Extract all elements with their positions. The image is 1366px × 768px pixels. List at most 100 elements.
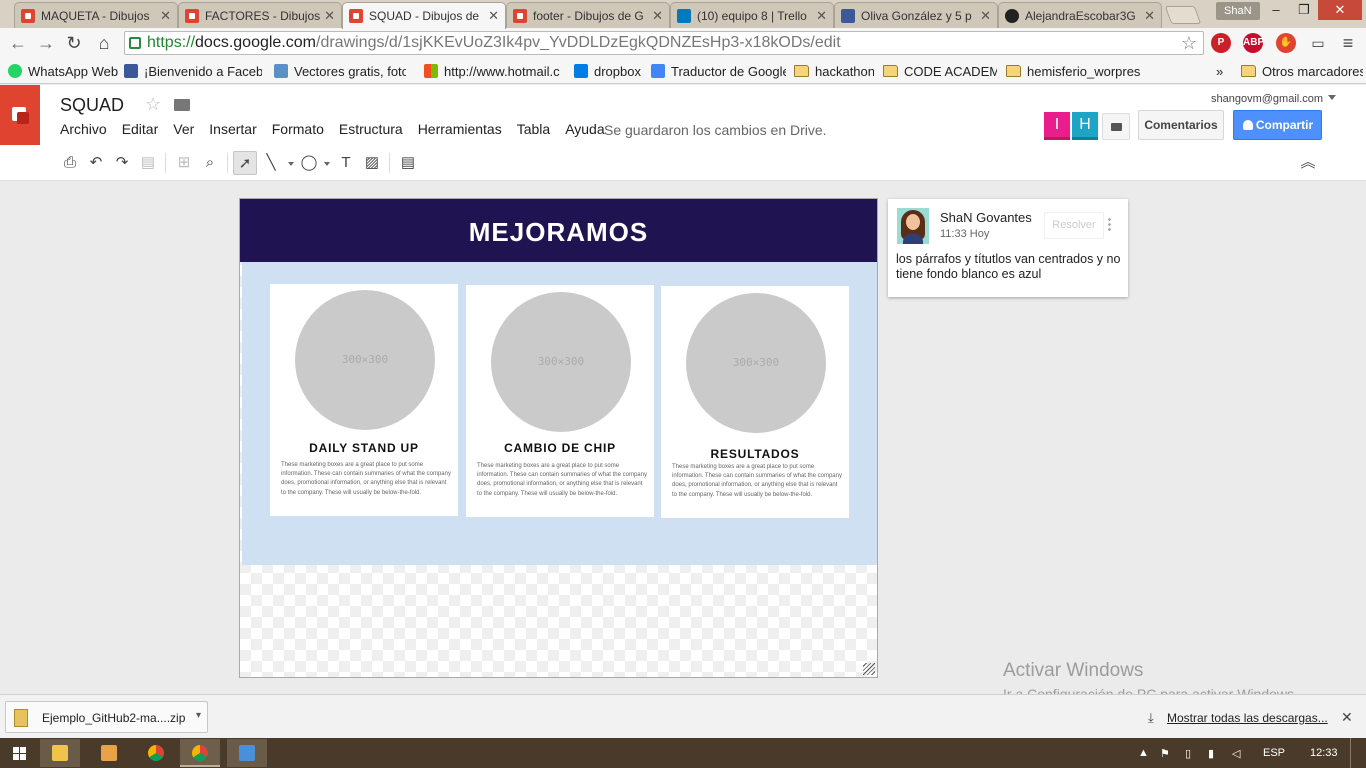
resolve-button[interactable]: Resolver [1044,212,1104,239]
drawings-logo-icon[interactable] [0,85,40,145]
document-title[interactable]: SQUAD [60,95,124,116]
bookmark-item[interactable]: Traductor de Google [651,62,786,80]
close-icon[interactable]: ✕ [1341,709,1353,726]
comments-button[interactable]: Comentarios [1138,110,1224,140]
taskbar-app[interactable] [40,739,80,767]
other-bookmarks-folder[interactable]: Otros marcadores [1241,62,1363,80]
browser-tab-active[interactable]: SQUAD - Dibujos de ✕ [342,2,506,29]
image-icon[interactable]: ▨ [360,151,384,175]
tab-close-icon[interactable]: ✕ [324,8,335,24]
share-button[interactable]: Compartir [1233,110,1322,140]
chevron-down-icon[interactable] [1328,95,1336,100]
comment-add-icon[interactable]: ▤ [396,151,420,175]
download-item[interactable]: Ejemplo_GitHub2-ma....zip ▾ [5,701,208,733]
tab-close-icon[interactable]: ✕ [488,8,499,24]
battery-icon[interactable]: ▯ [1185,747,1191,760]
maximize-icon[interactable]: ❐ [1290,0,1318,20]
more-options-icon[interactable] [1108,217,1111,231]
chevron-down-icon[interactable] [324,162,330,166]
menu-formato[interactable]: Formato [272,121,324,137]
line-icon[interactable]: ╲ [259,151,283,175]
taskbar-app[interactable] [89,739,129,767]
redo-icon[interactable]: ↷ [110,151,134,175]
browser-tab[interactable]: (10) equipo 8 | Trello ✕ [670,2,834,28]
collapse-icon[interactable]: ︽ [1296,151,1320,175]
bookmark-folder[interactable]: hemisferio_worpress [1006,62,1140,80]
flag-icon[interactable]: ⚑ [1160,747,1170,760]
profile-button[interactable]: ShaN [1216,2,1260,20]
chat-icon[interactable] [1102,113,1130,140]
menu-ver[interactable]: Ver [173,121,194,137]
tab-close-icon[interactable]: ✕ [652,8,663,24]
forward-icon[interactable]: → [36,33,56,53]
home-icon[interactable]: ⌂ [94,33,114,53]
chrome-menu-icon[interactable]: ≡ [1338,33,1358,53]
taskbar-app[interactable] [136,739,176,767]
bookmark-folder[interactable]: CODE ACADEMY [883,62,997,80]
drawing-canvas[interactable]: MEJORAMOS 300×300 DAILY STAND UP These m… [239,198,878,678]
select-arrow-icon[interactable]: ➚ [233,151,257,175]
bookmark-item[interactable]: dropbox [574,62,644,80]
chevron-down-icon[interactable]: ▾ [196,710,201,721]
signal-icon[interactable]: ▮ [1208,747,1214,760]
browser-tab[interactable]: AlejandraEscobar3G ✕ [998,2,1162,28]
menu-tabla[interactable]: Tabla [517,121,550,137]
menu-estructura[interactable]: Estructura [339,121,403,137]
volume-icon[interactable]: ◁ [1232,747,1240,760]
banner[interactable]: MEJORAMOS [240,199,877,262]
menu-herramientas[interactable]: Herramientas [418,121,502,137]
menu-ayuda[interactable]: Ayuda [565,121,604,137]
browser-tab[interactable]: MAQUETA - Dibujos ✕ [14,2,178,28]
resize-handle-icon[interactable] [863,663,875,675]
banner-title[interactable]: MEJORAMOS [240,217,877,248]
tab-close-icon[interactable]: ✕ [980,8,991,24]
print-icon[interactable]: ⎙ [58,151,82,175]
pinterest-icon[interactable]: P [1211,33,1231,53]
card[interactable]: 300×300 RESULTADOS These marketing boxes… [661,286,849,518]
tab-close-icon[interactable]: ✕ [160,8,171,24]
new-tab-button[interactable] [1164,6,1202,24]
card[interactable]: 300×300 DAILY STAND UP These marketing b… [270,284,458,516]
language-indicator[interactable]: ESP [1263,747,1285,759]
browser-tab[interactable]: FACTORES - Dibujos ✕ [178,2,342,28]
taskbar-app[interactable] [227,739,267,767]
show-desktop-button[interactable] [1350,738,1366,768]
bookmark-star-icon[interactable]: ☆ [1181,33,1197,54]
adblock-stop-icon[interactable]: ✋ [1276,33,1296,53]
windows-start-icon[interactable] [13,747,26,760]
browser-tab[interactable]: Oliva González y 5 p ✕ [834,2,998,28]
bookmark-item[interactable]: Vectores gratis, fotos [274,62,406,80]
undo-icon[interactable]: ↶ [84,151,108,175]
comment-card[interactable]: ShaN Govantes 11:33 Hoy Resolver los pár… [888,199,1128,297]
shape-icon[interactable]: ◯ [297,151,321,175]
adblock-icon[interactable]: ABP [1243,33,1264,53]
bookmark-item[interactable]: WhatsApp Web [8,62,118,80]
paint-format-icon[interactable]: ▤ [136,151,160,175]
minimize-icon[interactable]: – [1262,0,1290,20]
back-icon[interactable]: ← [8,33,28,53]
menu-editar[interactable]: Editar [122,121,159,137]
address-bar[interactable]: https://docs.google.com/drawings/d/1sjKK… [124,31,1204,55]
taskbar-app[interactable] [180,739,220,767]
zoom-fit-icon[interactable]: ⊞ [172,151,196,175]
reload-icon[interactable]: ↻ [64,33,84,53]
show-hidden-icons-icon[interactable]: ▲ [1138,747,1149,759]
window-close-icon[interactable]: ✕ [1318,0,1362,20]
folder-icon[interactable] [174,99,190,111]
card[interactable]: 300×300 CAMBIO DE CHIP These marketing b… [466,285,654,517]
bookmark-folder[interactable]: hackathon [794,62,874,80]
star-icon[interactable]: ☆ [145,94,161,115]
zoom-icon[interactable]: ⌕ [198,151,222,175]
collaborator-avatar[interactable]: I [1044,112,1070,140]
menu-archivo[interactable]: Archivo [60,121,107,137]
collaborator-avatar[interactable]: H [1072,112,1098,140]
tab-close-icon[interactable]: ✕ [816,8,827,24]
bookmark-item[interactable]: http://www.hotmail.co [424,62,560,80]
menu-insertar[interactable]: Insertar [209,121,256,137]
show-all-downloads-link[interactable]: Mostrar todas las descargas... [1167,711,1328,725]
cast-icon[interactable]: ▭ [1308,33,1328,53]
chevron-down-icon[interactable] [288,162,294,166]
browser-tab[interactable]: footer - Dibujos de G ✕ [506,2,670,28]
text-box-icon[interactable]: T [334,151,358,175]
clock[interactable]: 12:33 [1310,747,1338,759]
